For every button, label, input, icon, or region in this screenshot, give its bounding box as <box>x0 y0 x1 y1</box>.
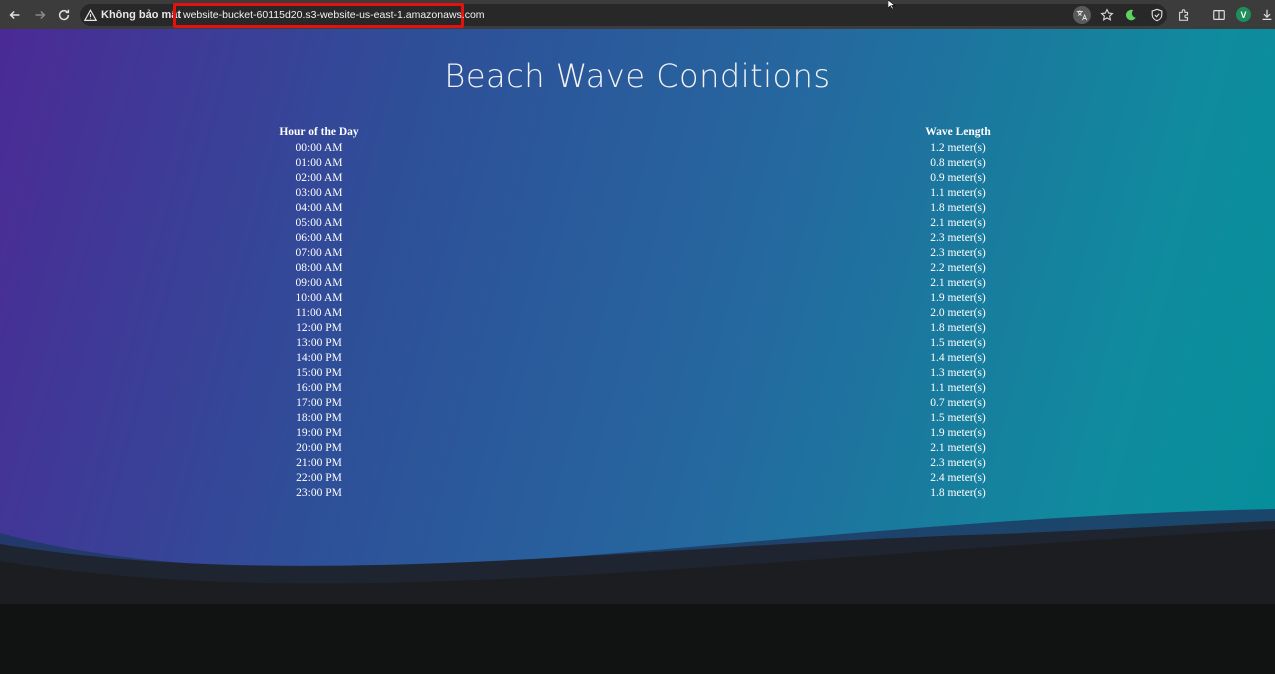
wave-length-cell: 2.1 meter(s) <box>930 277 986 289</box>
downloads-button[interactable] <box>1259 6 1275 24</box>
page-title: Beach Wave Conditions <box>444 57 831 95</box>
extensions-icon <box>1179 9 1189 21</box>
wave-length-cell: 1.8 meter(s) <box>930 202 986 214</box>
forward-icon <box>35 10 46 20</box>
hour-cell: 03:00 AM <box>295 187 343 199</box>
hour-cell: 09:00 AM <box>295 277 343 289</box>
hour-cell: 10:00 AM <box>295 292 343 304</box>
hour-cell: 22:00 PM <box>296 472 342 484</box>
wave-length-cell: 1.9 meter(s) <box>930 292 986 304</box>
wave-length-cell: 1.3 meter(s) <box>930 367 986 379</box>
hour-column: 00:00 AM 01:00 AM 02:00 AM 03:00 AM 04:00 AM… <box>260 141 378 501</box>
hour-cell: 13:00 PM <box>296 337 342 349</box>
hour-cell: 20:00 PM <box>296 442 342 454</box>
download-icon <box>1262 9 1272 20</box>
page-content: Beach Wave Conditions Hour of the Day Wa… <box>0 29 1275 674</box>
hour-cell: 19:00 PM <box>296 427 342 439</box>
hour-cell: 15:00 PM <box>296 367 342 379</box>
hour-cell: 08:00 AM <box>295 262 343 274</box>
page-bottom-band <box>0 604 1275 674</box>
wave-length-cell: 2.1 meter(s) <box>930 217 986 229</box>
hour-cell: 00:00 AM <box>295 142 343 154</box>
hour-cell: 16:00 PM <box>296 382 342 394</box>
wave-length-cell: 2.3 meter(s) <box>930 232 986 244</box>
hour-cell: 18:00 PM <box>296 412 342 424</box>
mouse-cursor-icon <box>888 0 896 9</box>
wave-length-cell: 1.2 meter(s) <box>930 142 986 154</box>
wave-length-cell: 2.3 meter(s) <box>930 247 986 259</box>
wave-length-cell: 1.4 meter(s) <box>930 352 986 364</box>
wave-length-cell: 1.9 meter(s) <box>930 427 986 439</box>
extensions-button[interactable] <box>1175 6 1193 24</box>
reload-button[interactable] <box>54 5 74 25</box>
wave-length-cell: 0.7 meter(s) <box>930 397 986 409</box>
dark-mode-extension-button[interactable] <box>1122 6 1140 24</box>
decorative-waves <box>0 509 1275 674</box>
wave-length-cell: 1.5 meter(s) <box>930 412 986 424</box>
side-panel-button[interactable] <box>1210 6 1228 24</box>
hour-cell: 07:00 AM <box>295 247 343 259</box>
translate-button[interactable] <box>1073 6 1091 24</box>
wave-length-cell: 2.2 meter(s) <box>930 262 986 274</box>
hour-cell: 21:00 PM <box>296 457 342 469</box>
shield-icon <box>1151 8 1163 22</box>
wave-length-cell: 1.8 meter(s) <box>930 322 986 334</box>
hour-cell: 14:00 PM <box>296 352 342 364</box>
bookmark-button[interactable] <box>1098 6 1116 24</box>
hour-cell: 04:00 AM <box>295 202 343 214</box>
url-text[interactable]: website-bucket-60115d20.s3-website-us-ea… <box>183 3 485 28</box>
wave-length-cell: 0.8 meter(s) <box>930 157 986 169</box>
wave-length-cell: 1.1 meter(s) <box>930 382 986 394</box>
wave-length-column: 1.2 meter(s) 0.8 meter(s) 0.9 meter(s) 1.1 … <box>900 141 1016 501</box>
column-header-hour: Hour of the Day <box>279 126 359 138</box>
forward-button[interactable] <box>30 5 50 25</box>
moon-icon <box>1125 9 1136 21</box>
star-icon <box>1100 8 1114 21</box>
security-extension-button[interactable] <box>1148 6 1166 24</box>
hour-cell: 05:00 AM <box>295 217 343 229</box>
back-icon <box>9 10 20 20</box>
hour-cell: 11:00 AM <box>295 307 343 319</box>
hour-cell: 12:00 PM <box>296 322 342 334</box>
browser-toolbar: Không bảo mật website-bucket-60115d20.s3… <box>0 0 1275 29</box>
back-button[interactable] <box>5 5 25 25</box>
reload-icon <box>58 9 70 21</box>
hour-cell: 02:00 AM <box>295 172 343 184</box>
security-label: Không bảo mật <box>101 9 182 21</box>
hour-cell: 01:00 AM <box>295 157 343 169</box>
wave-length-cell: 2.0 meter(s) <box>930 307 986 319</box>
wave-length-cell: 2.4 meter(s) <box>930 472 986 484</box>
sidepanel-icon <box>1213 10 1225 20</box>
translate-icon <box>1076 10 1088 21</box>
wave-length-cell: 2.3 meter(s) <box>930 457 986 469</box>
wave-length-cell: 0.9 meter(s) <box>930 172 986 184</box>
hour-cell: 17:00 PM <box>296 397 342 409</box>
hour-cell: 06:00 AM <box>295 232 343 244</box>
profile-avatar[interactable]: V <box>1236 7 1251 22</box>
security-chip[interactable]: Không bảo mật <box>84 4 181 26</box>
column-header-wave: Wave Length <box>925 126 991 138</box>
wave-length-cell: 2.1 meter(s) <box>930 442 986 454</box>
warning-icon <box>84 8 97 21</box>
wave-length-cell: 1.1 meter(s) <box>930 187 986 199</box>
wave-length-cell: 1.5 meter(s) <box>930 337 986 349</box>
